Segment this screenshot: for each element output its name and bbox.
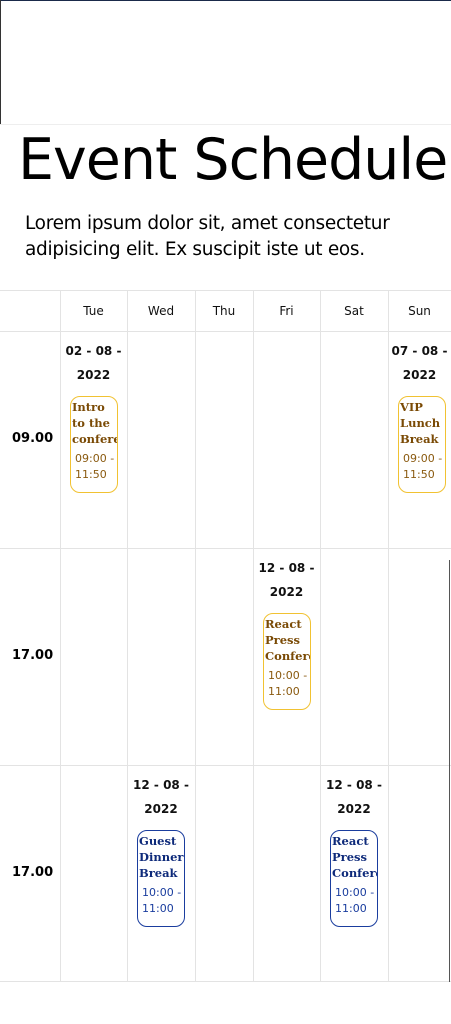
left-border <box>0 0 1 125</box>
event-date-line: 12 - 08 - <box>326 778 382 792</box>
grid-column-line <box>320 290 321 982</box>
event-title: Guest Dinner Break <box>139 834 184 880</box>
grid-row-line <box>0 548 451 549</box>
event-date-line: 07 - 08 - <box>391 344 448 358</box>
event-date-year: 2022 <box>144 802 178 816</box>
grid-row-line <box>0 981 451 982</box>
event-date-line: 12 - 08 - <box>133 778 189 792</box>
top-border <box>0 0 451 1</box>
page-description: Lorem ipsum dolor sit, amet consectetur … <box>25 213 390 260</box>
time-slot-label: 17.00 <box>12 648 54 663</box>
event-time-range: 09:00 - 11:50 <box>75 452 115 481</box>
grid-row-line <box>0 331 451 332</box>
grid-column-line <box>127 290 128 982</box>
grid-column-line <box>253 290 254 982</box>
event-time-range: 10:00 - 11:00 <box>142 886 182 915</box>
event-time-range: 09:00 - 11:50 <box>403 452 443 481</box>
event-card[interactable]: Intro to the conference 09:00 - 11:50 <box>70 396 118 493</box>
event-title: Intro to the conference <box>72 400 117 446</box>
event-date: 12 - 08 - 2022 <box>320 773 388 821</box>
time-slot-label: 09.00 <box>12 431 54 446</box>
event-card[interactable]: React Press Conference 10:00 - 11:00 <box>263 613 311 710</box>
event-date-line: 02 - 08 - <box>65 344 122 358</box>
grid-column-line <box>388 290 389 982</box>
event-date-line: 12 - 08 - <box>258 561 315 575</box>
event-date-year: 2022 <box>337 802 371 816</box>
time-slot-label: 17.00 <box>12 865 54 880</box>
event-card[interactable]: React Press Conference 10:00 - 11:00 <box>330 830 378 927</box>
event-time-range: 10:00 - 11:00 <box>335 886 375 915</box>
event-date: 02 - 08 - 2022 <box>60 339 127 387</box>
event-title: React Press Conference <box>265 617 310 663</box>
day-header-fri: Fri <box>279 304 294 318</box>
event-card[interactable]: VIP Lunch Break 09:00 - 11:50 <box>398 396 446 493</box>
page-title: Event Schedule <box>18 127 448 193</box>
day-header-sun: Sun <box>408 304 431 318</box>
day-header-wed: Wed <box>147 304 175 318</box>
event-date-year: 2022 <box>402 368 437 382</box>
grid-column-line <box>60 290 61 982</box>
schedule-grid: Tue Wed Thu Fri Sat Sun 09.00 02 - 08 - 2022 Intr… <box>0 290 451 982</box>
event-date: 12 - 08 - 2022 <box>127 773 195 821</box>
event-card[interactable]: Guest Dinner Break 10:00 - 11:00 <box>137 830 185 927</box>
event-date-year: 2022 <box>269 585 304 599</box>
right-border <box>449 560 450 982</box>
day-header-sat: Sat <box>344 304 364 318</box>
event-title: React Press Conference <box>332 834 377 880</box>
event-date-year: 2022 <box>76 368 111 382</box>
grid-column-line <box>195 290 196 982</box>
grid-row-line <box>0 765 451 766</box>
event-title: VIP Lunch Break <box>400 400 441 446</box>
day-header-tue: Tue <box>83 304 104 318</box>
event-time-range: 10:00 - 11:00 <box>268 669 308 698</box>
event-date: 12 - 08 - 2022 <box>253 556 320 604</box>
event-date: 07 - 08 - 2022 <box>388 339 451 387</box>
day-header-thu: Thu <box>212 304 236 318</box>
